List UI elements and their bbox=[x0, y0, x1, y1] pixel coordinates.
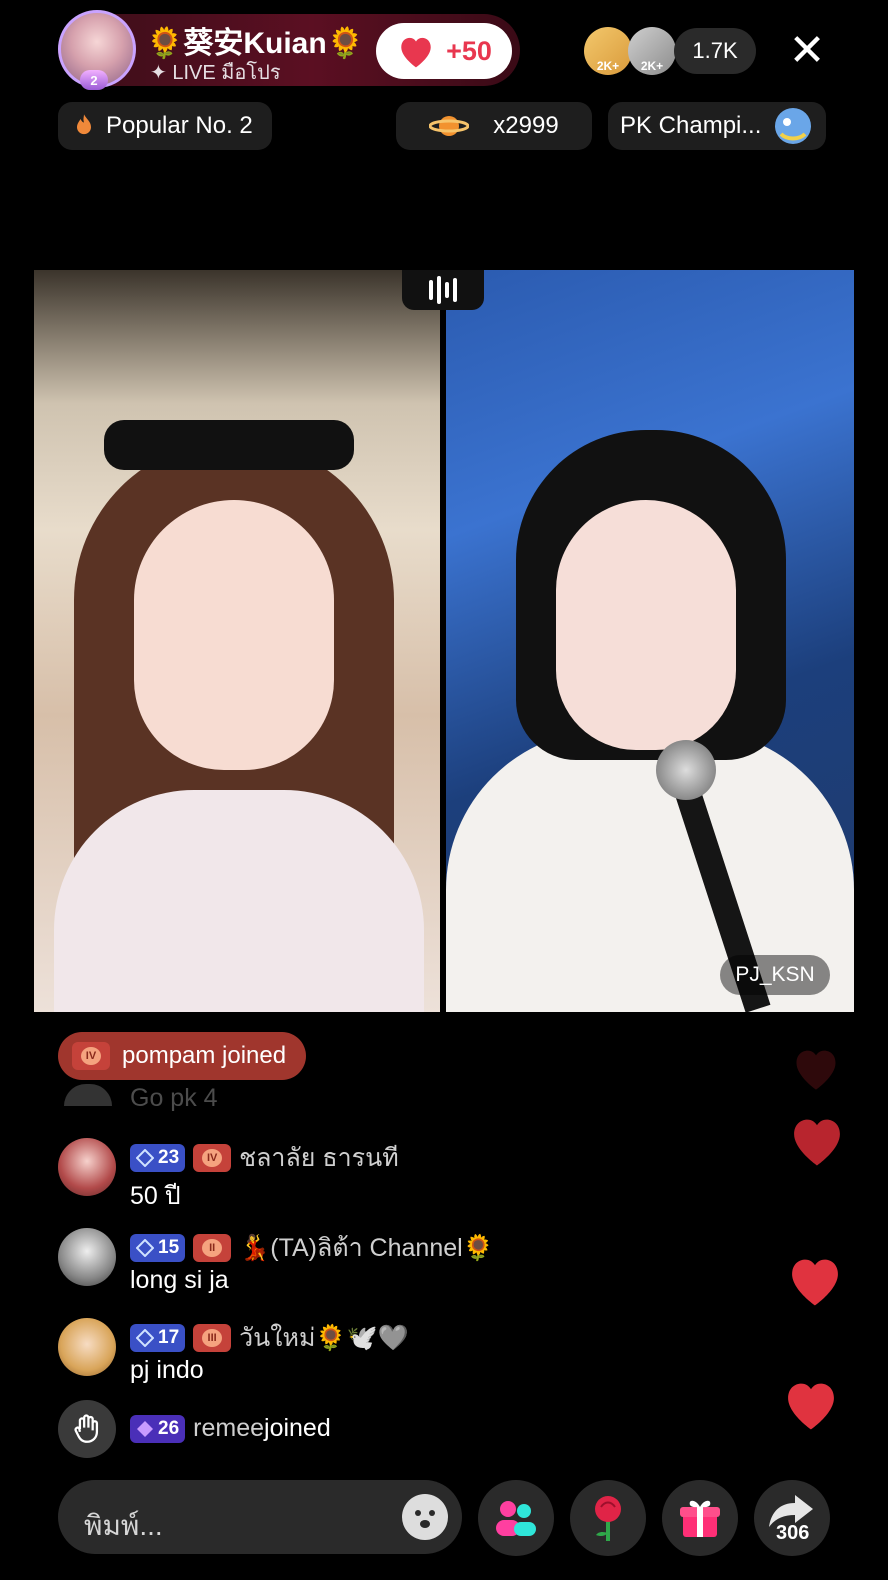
diamond-icon bbox=[136, 1329, 154, 1347]
host-level-badge: 2 bbox=[80, 70, 108, 90]
user-level-badge: 17 bbox=[130, 1324, 186, 1352]
fan-club-badge: IV bbox=[193, 1144, 232, 1172]
top-viewer-avatar[interactable]: 2K+ bbox=[584, 27, 632, 75]
multi-guest-icon bbox=[496, 1501, 536, 1536]
heart-icon bbox=[401, 37, 431, 68]
fan-club-badge: III bbox=[193, 1324, 232, 1352]
chat-username[interactable]: ชลาลัย ธารนที bbox=[239, 1138, 399, 1178]
avatar bbox=[64, 1084, 112, 1106]
close-button[interactable]: ✕ bbox=[786, 28, 828, 74]
diamond-icon bbox=[136, 1239, 154, 1257]
chat-username[interactable]: 💃(TA)ลิต้า Channel🌻 bbox=[239, 1228, 494, 1268]
join-event-text: joined bbox=[264, 1414, 331, 1442]
gift-goal-count: x2999 bbox=[493, 112, 559, 139]
comment-placeholder[interactable]: พิมพ์... bbox=[84, 1504, 163, 1548]
chat-text: 50 ปี bbox=[130, 1182, 181, 1210]
heart-icon bbox=[796, 1050, 836, 1090]
chat-message-faded: Go pk 4 bbox=[130, 1084, 218, 1112]
user-level-badge: 23 bbox=[130, 1144, 186, 1172]
video-divider bbox=[440, 270, 446, 1012]
multi-guest-button[interactable] bbox=[478, 1480, 554, 1556]
rose-gift-button[interactable] bbox=[570, 1480, 646, 1556]
diamond-icon bbox=[137, 1420, 153, 1437]
gift-icon bbox=[680, 1500, 720, 1537]
pk-champion-pill[interactable]: PK Champi... bbox=[608, 102, 826, 150]
heart-icon bbox=[794, 1119, 840, 1166]
join-banner-text: pompam joined bbox=[122, 1042, 287, 1069]
user-level-badge: 15 bbox=[130, 1234, 186, 1262]
flame-icon bbox=[77, 114, 91, 135]
close-icon: ✕ bbox=[788, 26, 826, 75]
chat-text: long si ja bbox=[130, 1266, 229, 1294]
viewer-rank-badge: 2K+ bbox=[640, 59, 664, 73]
planet-icon bbox=[429, 116, 470, 136]
heart-icon bbox=[788, 1383, 834, 1430]
guest-name-tag[interactable]: PJ_KSN bbox=[720, 955, 830, 995]
dragon-icon bbox=[775, 108, 812, 144]
host-subtitle: ✦ LIVE มือโปร bbox=[150, 62, 281, 84]
sound-bars-icon[interactable] bbox=[402, 270, 484, 310]
viewer-count[interactable]: 1.7K bbox=[674, 28, 756, 74]
chat-message[interactable]: 17 III วันใหม่🌻🕊️🩶 pj indo bbox=[58, 1318, 758, 1384]
popular-rank-label: Popular No. 2 bbox=[106, 112, 253, 139]
gift-goal-pill[interactable]: x2999 bbox=[396, 102, 592, 150]
join-event: 26 remee joined bbox=[58, 1400, 758, 1458]
guest-video-stream[interactable] bbox=[446, 270, 854, 1012]
rose-icon bbox=[595, 1496, 621, 1541]
top-viewer-avatar[interactable]: 2K+ bbox=[628, 27, 676, 75]
user-level-badge: 26 bbox=[130, 1414, 186, 1443]
host-video-stream[interactable] bbox=[34, 270, 440, 1012]
join-banner: IV pompam joined bbox=[58, 1032, 307, 1080]
share-count: 306 bbox=[776, 1522, 810, 1544]
heart-icon bbox=[792, 1259, 838, 1306]
like-count: +50 bbox=[446, 35, 492, 66]
gift-button[interactable] bbox=[662, 1480, 738, 1556]
chat-username[interactable]: วันใหม่🌻🕊️🩶 bbox=[239, 1318, 409, 1358]
avatar[interactable] bbox=[58, 1228, 116, 1286]
emoji-icon[interactable] bbox=[402, 1494, 448, 1540]
viewer-rank-badge: 2K+ bbox=[596, 59, 620, 73]
avatar[interactable] bbox=[58, 1138, 116, 1196]
popular-rank-pill[interactable]: Popular No. 2 bbox=[58, 102, 272, 150]
wave-hand-icon bbox=[58, 1400, 116, 1458]
pk-champion-label: PK Champi... bbox=[620, 112, 762, 139]
chat-message[interactable]: 15 II 💃(TA)ลิต้า Channel🌻 long si ja bbox=[58, 1228, 758, 1294]
fan-club-badge: II bbox=[193, 1234, 232, 1262]
chat-username[interactable]: remee bbox=[193, 1414, 264, 1443]
chat-message[interactable]: 23 IV ชลาลัย ธารนที 50 ปี bbox=[58, 1138, 758, 1210]
chat-text: pj indo bbox=[130, 1356, 204, 1384]
fan-club-badge: IV bbox=[72, 1042, 110, 1070]
like-button[interactable]: +50 bbox=[376, 23, 512, 79]
diamond-icon bbox=[136, 1149, 154, 1167]
avatar[interactable] bbox=[58, 1318, 116, 1376]
